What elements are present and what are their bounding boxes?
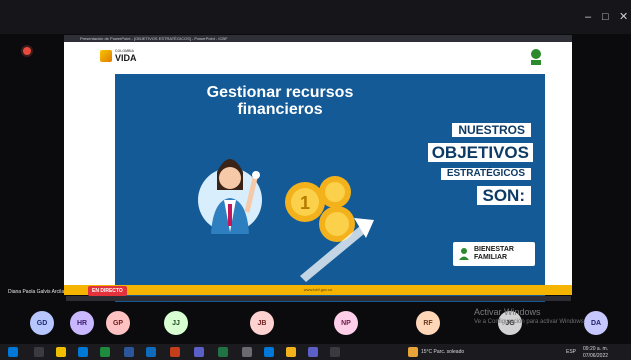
folder-icon[interactable] — [286, 347, 296, 357]
start-icon[interactable] — [8, 347, 18, 357]
participant-tile[interactable]: RF — [410, 307, 446, 343]
woman-illustration-icon — [198, 159, 262, 234]
icbf-logo-icon — [531, 49, 541, 65]
avatar: JJ — [164, 311, 188, 335]
family-logo-icon — [459, 248, 469, 260]
presentation-status-bar — [66, 296, 571, 301]
badge-line-1: BIENESTAR — [474, 246, 514, 253]
app-icon[interactable] — [330, 347, 340, 357]
objective-line-4: SON: — [476, 186, 531, 205]
excel-icon[interactable] — [100, 347, 110, 357]
participant-tile[interactable]: GP — [100, 307, 136, 343]
edge-icon[interactable] — [78, 347, 88, 357]
avatar: GP — [106, 311, 130, 335]
live-badge: EN DIRECTO — [88, 286, 127, 296]
close-button[interactable]: ✕ — [619, 10, 628, 24]
participants-strip: GD HR GP JJ JB NP RF JG DA Activar Windo… — [0, 302, 631, 344]
avatar: JB — [250, 311, 274, 335]
maximize-button[interactable]: □ — [602, 10, 609, 24]
growth-arrow-icon — [300, 218, 374, 282]
slide-header: COLOMBIA VIDA — [64, 42, 572, 72]
windows-activation-title: Activar Windows — [474, 307, 541, 317]
logo-big-text: VIDA — [115, 52, 137, 63]
objective-line-1: NUESTROS — [452, 123, 531, 137]
clock-date[interactable]: 07/06/2022 — [583, 351, 608, 360]
objective-line-3: ESTRATÉGICOS — [440, 168, 531, 180]
minimize-button[interactable]: – — [585, 10, 591, 24]
avatar: GD — [30, 311, 54, 335]
participant-tile[interactable]: HR — [64, 307, 100, 343]
teams-window-icon[interactable] — [308, 347, 318, 357]
avatar: NP — [334, 311, 358, 335]
logo-mark-icon — [100, 50, 112, 63]
presenter-name: Diana Paola Galvis Arcila — [8, 289, 65, 295]
recording-indicator-icon — [23, 47, 31, 55]
windows-activation-subtitle: Ve a Configuración para activar Windows. — [474, 319, 586, 325]
shared-screen: Presentación de PowerPoint - [OBJETIVOS … — [64, 35, 572, 307]
bienestar-familiar-badge: BIENESTAR FAMILIAR — [453, 242, 535, 266]
task-view-icon[interactable] — [34, 347, 44, 357]
participant-tile[interactable]: GD — [24, 307, 60, 343]
avatar: DA — [584, 311, 608, 335]
powerpoint-icon[interactable] — [170, 347, 180, 357]
slide-heading: Gestionar recursos financieros — [206, 84, 354, 118]
badge-line-2: FAMILIAR — [474, 254, 508, 261]
outlook-icon[interactable] — [146, 347, 156, 357]
teams-icon[interactable] — [194, 347, 204, 357]
objective-line-2: OBJETIVOS — [427, 143, 533, 162]
participant-tile[interactable]: JJ — [158, 307, 194, 343]
slide-body: Gestionar recursos financieros 1 NUESTRO… — [115, 74, 545, 307]
shared-window-title: Presentación de PowerPoint - [OBJETIVOS … — [80, 36, 228, 41]
colombia-vida-logo: COLOMBIA VIDA — [100, 49, 137, 63]
explorer-icon[interactable] — [242, 347, 252, 357]
weather-icon[interactable] — [408, 347, 418, 357]
mail-icon[interactable] — [264, 347, 274, 357]
participant-tile[interactable]: NP — [328, 307, 364, 343]
shared-window-titlebar: Presentación de PowerPoint - [OBJETIVOS … — [64, 35, 572, 42]
participant-tile[interactable]: JB — [244, 307, 280, 343]
weather-text[interactable]: 15°C Parc. soleado — [421, 347, 464, 357]
language-indicator[interactable]: ESP — [566, 347, 576, 357]
avatar: RF — [416, 311, 440, 335]
word-icon[interactable] — [124, 347, 134, 357]
meeting-window: – □ ✕ Presentación de PowerPoint - [OBJE… — [0, 0, 631, 360]
excel-window-icon[interactable] — [218, 347, 228, 357]
avatar: HR — [70, 311, 94, 335]
windows-taskbar: 15°C Parc. soleado ESP 09:20 a. m. 07/06… — [0, 344, 631, 360]
window-titlebar: – □ ✕ — [0, 0, 631, 34]
chrome-icon[interactable] — [56, 347, 66, 357]
